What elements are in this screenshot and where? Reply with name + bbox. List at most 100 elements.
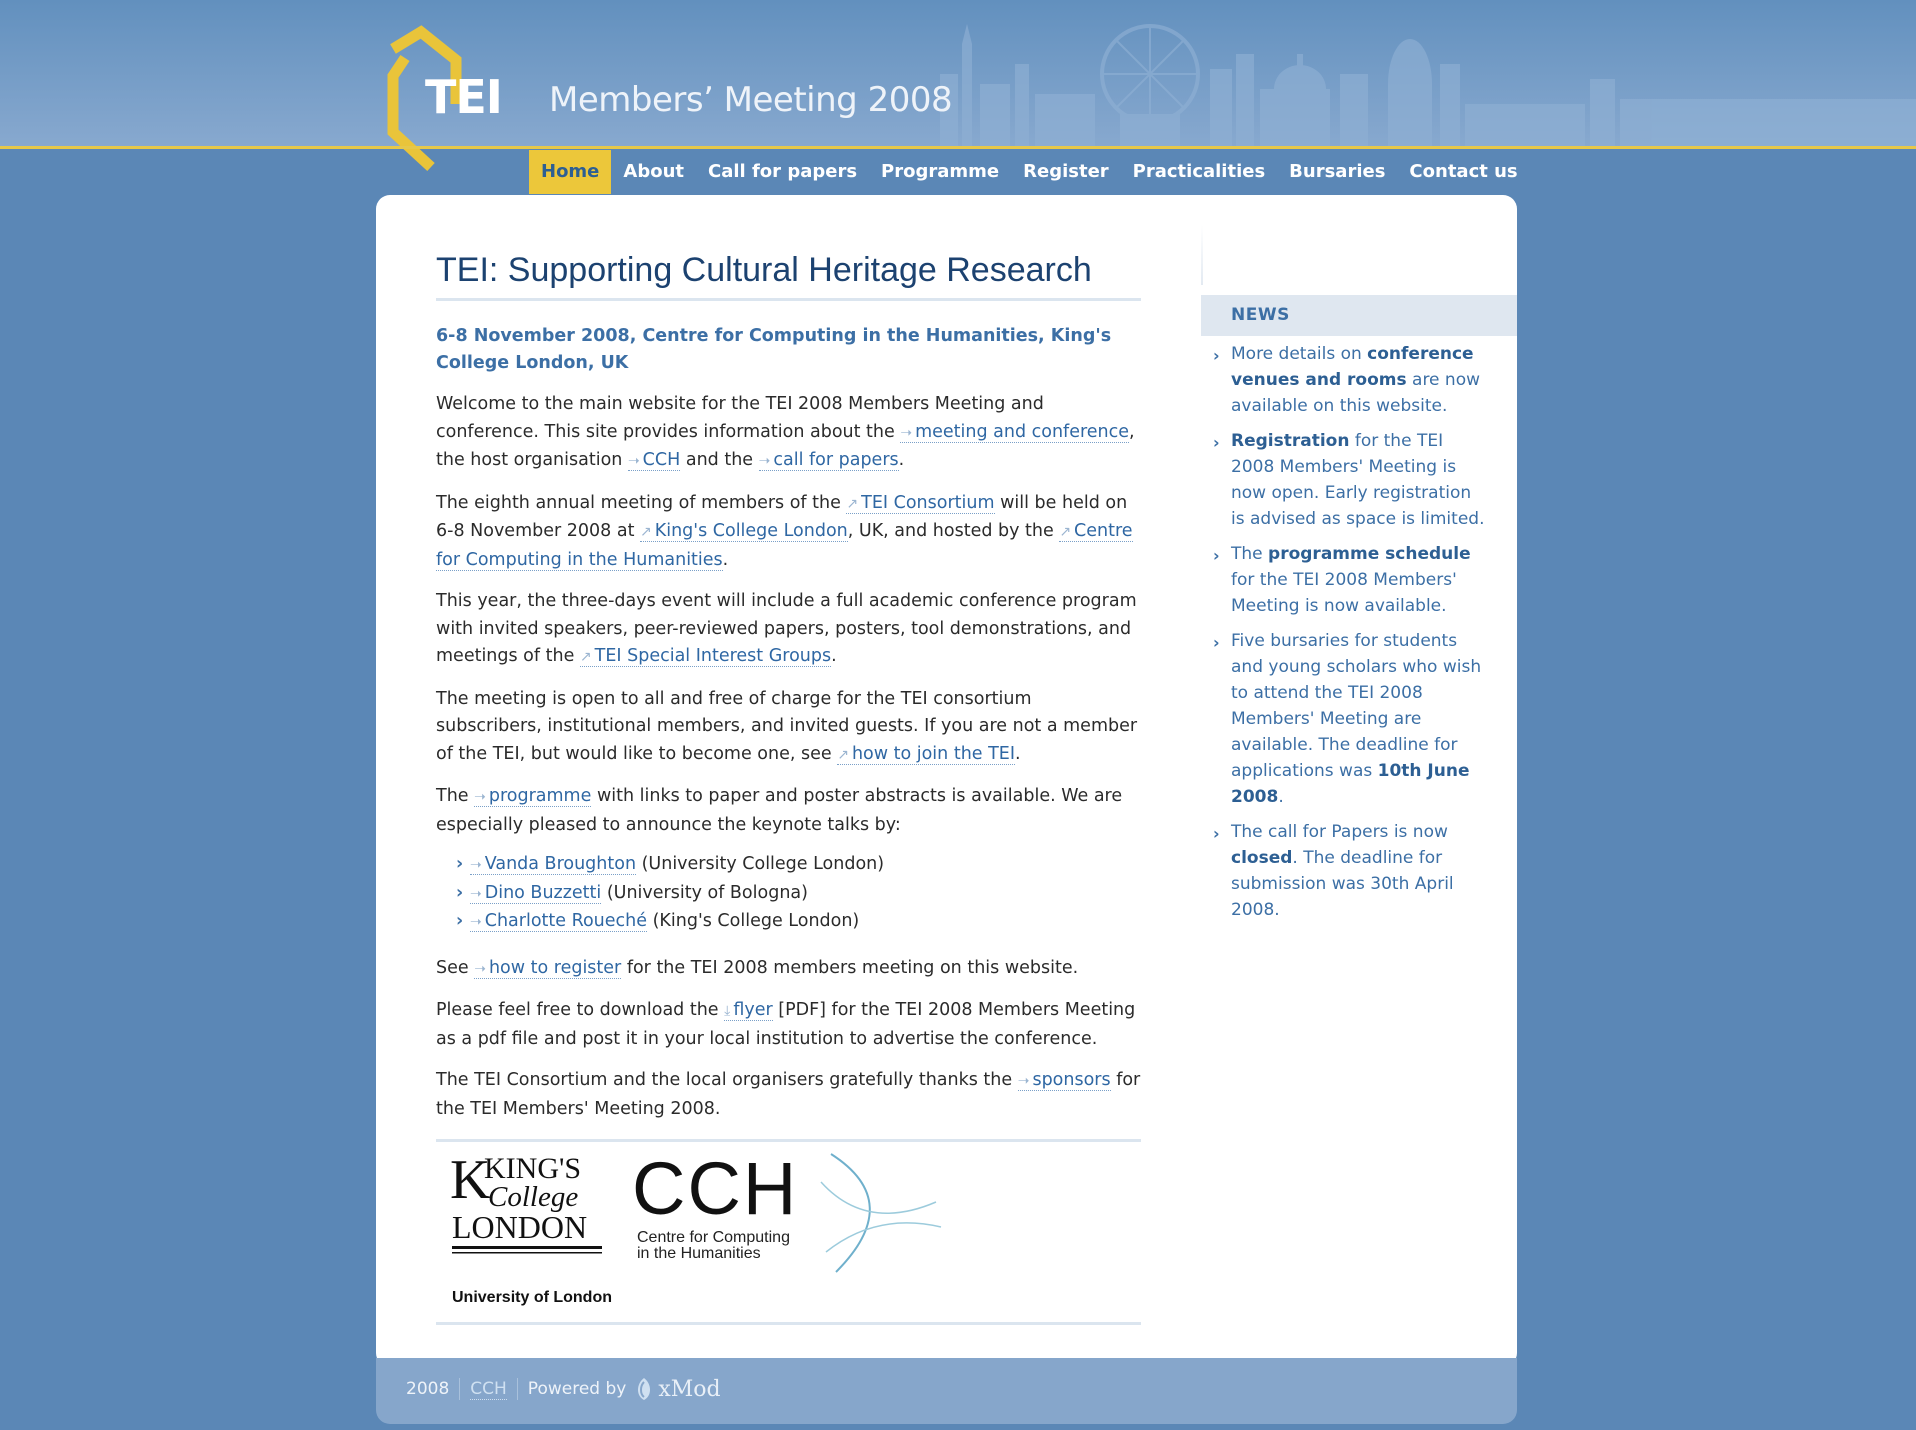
arrow-right-icon: ➝	[470, 885, 482, 902]
cch-logo[interactable]: CCH Centre for Computing in the Humaniti…	[632, 1147, 942, 1273]
arrow-right-icon: ➝	[627, 453, 640, 469]
arrow-right-icon: ➝	[470, 857, 482, 873]
chevron-right-icon: ›	[1213, 824, 1220, 843]
list-item: › ➝ Vanda Broughton (University College Lo…	[456, 851, 1141, 880]
header-divider	[0, 146, 1916, 149]
link-label: Dino Buzzetti	[484, 882, 602, 903]
link-label: Charlotte Roueché	[484, 911, 648, 931]
link-label: flyer	[733, 1000, 773, 1020]
external-link-icon: ↗	[1059, 524, 1072, 540]
chevron-right-icon: ›	[1213, 546, 1220, 565]
link-programme[interactable]: ➝ programme	[474, 786, 592, 807]
news-highlight: Registration	[1231, 431, 1350, 451]
text-span: Please feel free to download the	[436, 1000, 725, 1020]
sponsors-paragraph: The TEI Consortium and the local organis…	[436, 1067, 1141, 1123]
link-keynote-speaker[interactable]: ➝ Vanda Broughton	[470, 854, 637, 875]
footer-bar: 2008 CCH Powered by xMod	[406, 1376, 721, 1402]
link-label: sponsors	[1032, 1070, 1111, 1090]
nav-programme[interactable]: Programme	[869, 150, 1011, 194]
keynote-list: › ➝ Vanda Broughton (University College Lo…	[456, 851, 1141, 937]
news-item[interactable]: › More details on conference venues and r…	[1201, 341, 1517, 419]
xmod-logo-text[interactable]: xMod	[658, 1377, 720, 1402]
news-item[interactable]: › Five bursaries for students and young s…	[1201, 628, 1517, 810]
text-span: The	[436, 786, 475, 806]
footer-powered-by: Powered by	[527, 1379, 627, 1399]
main-content: TEI: Supporting Cultural Heritage Resear…	[436, 195, 1141, 1325]
link-keynote-speaker[interactable]: ➝ Charlotte Roueché	[470, 911, 648, 932]
page-footer: 2008 CCH Powered by xMod	[376, 1358, 1517, 1424]
sidebar-divider	[1201, 225, 1203, 285]
text-span: The call for Papers is now	[1231, 822, 1448, 842]
link-kings-college-london[interactable]: ↗ King's College London	[640, 521, 848, 542]
footer-cch-link[interactable]: CCH	[470, 1379, 507, 1400]
link-how-to-register[interactable]: ➝ how to register	[474, 957, 622, 979]
sponsor-logos: K KING'S College LONDON University of Lo…	[436, 1139, 1141, 1325]
nav-home[interactable]: Home	[529, 150, 612, 194]
list-item: › ➝ Dino Buzzetti (University of Bologna)	[456, 880, 1141, 909]
kings-college-london-logo[interactable]: K KING'S College LONDON University of Lo…	[450, 1149, 612, 1306]
header-banner: TEI Members’ Meeting 2008	[0, 0, 1916, 172]
main-nav: Home About Call for papers Programme Reg…	[529, 150, 1530, 194]
intro-paragraph: Welcome to the main website for the TEI …	[436, 391, 1141, 476]
chevron-right-icon: ›	[456, 882, 464, 903]
link-call-for-papers[interactable]: ➝ call for papers	[758, 450, 899, 471]
chevron-right-icon: ›	[456, 854, 464, 874]
news-list: › More details on conference venues and r…	[1201, 341, 1517, 923]
news-heading: NEWS	[1201, 295, 1517, 336]
footer-divider	[459, 1378, 461, 1400]
text-span: The eighth annual meeting of members of …	[436, 492, 847, 513]
external-link-icon: ↗	[837, 746, 849, 763]
link-keynote-speaker[interactable]: ➝ Dino Buzzetti	[470, 882, 602, 904]
text-span: , UK, and hosted by the	[847, 521, 1060, 541]
event-subtitle: 6-8 November 2008, Centre for Computing …	[436, 326, 1112, 373]
news-item[interactable]: › Registration for the TEI 2008 Members' …	[1201, 428, 1517, 532]
link-flyer-download[interactable]: ⤓ flyer	[724, 1000, 773, 1021]
news-item[interactable]: › The call for Papers is now closed. The …	[1201, 819, 1517, 923]
text-span: and the	[680, 450, 759, 470]
arrow-right-icon: ➝	[900, 424, 913, 441]
link-label: TEI Special Interest Groups	[594, 646, 832, 666]
text-span: .	[722, 549, 729, 570]
text-span: .	[831, 646, 837, 666]
nav-contact-us[interactable]: Contact us	[1397, 150, 1529, 194]
sponsor-logos-image: K KING'S College LONDON University of Lo…	[450, 1147, 942, 1306]
speaker-affiliation: (University of Bologna)	[601, 882, 808, 903]
nav-register[interactable]: Register	[1011, 150, 1121, 194]
programme-paragraph: The ➝ programme with links to paper and p…	[436, 783, 1141, 839]
register-paragraph: See ➝ how to register for the TEI 2008 me…	[436, 955, 1141, 984]
site-title: Members’ Meeting 2008	[549, 80, 953, 120]
arrow-right-icon: ➝	[758, 453, 771, 469]
link-label: meeting and conference	[915, 421, 1130, 442]
cch-line1: Centre for Computing	[637, 1229, 790, 1246]
text-span: The meeting is open to all and free of c…	[436, 688, 1138, 764]
nav-about[interactable]: About	[611, 150, 696, 194]
chevron-right-icon: ›	[1213, 346, 1220, 365]
nav-call-for-papers[interactable]: Call for papers	[696, 150, 869, 194]
external-link-icon: ↗	[579, 649, 592, 665]
page-title: TEI: Supporting Cultural Heritage Resear…	[436, 251, 1141, 301]
main-panel: TEI: Supporting Cultural Heritage Resear…	[376, 195, 1517, 1367]
link-label: TEI Consortium	[861, 492, 995, 513]
cch-line2: in the Humanities	[637, 1245, 761, 1262]
link-label: Vanda Broughton	[484, 854, 637, 874]
news-highlight: programme schedule	[1268, 544, 1471, 564]
link-label: how to register	[488, 957, 622, 978]
london-skyline-image	[940, 24, 1916, 148]
kings-line3: LONDON	[452, 1209, 587, 1245]
nav-bursaries[interactable]: Bursaries	[1277, 150, 1397, 194]
xmod-logo-icon[interactable]	[634, 1376, 654, 1402]
news-item[interactable]: › The programme schedule for the TEI 2008…	[1201, 541, 1517, 619]
tei-logo-text[interactable]: TEI	[425, 70, 503, 124]
link-sponsors[interactable]: ➝ sponsors	[1017, 1070, 1111, 1091]
text-span: for the TEI 2008 Members' Meeting is now…	[1231, 570, 1457, 616]
flyer-paragraph: Please feel free to download the ⤓ flyer …	[436, 997, 1141, 1053]
link-cch[interactable]: ➝ CCH	[627, 450, 681, 471]
kings-sub: University of London	[452, 1289, 612, 1306]
link-meeting-and-conference[interactable]: ➝ meeting and conference	[900, 421, 1130, 443]
nav-practicalities[interactable]: Practicalities	[1121, 150, 1278, 194]
link-tei-consortium[interactable]: ↗ TEI Consortium	[846, 492, 995, 514]
arrow-right-icon: ➝	[474, 789, 486, 805]
link-tei-sigs[interactable]: ↗ TEI Special Interest Groups	[579, 646, 832, 667]
list-item: › ➝ Charlotte Roueché (King's College Lond…	[456, 908, 1141, 937]
link-how-to-join[interactable]: ↗ how to join the TEI	[837, 743, 1016, 765]
